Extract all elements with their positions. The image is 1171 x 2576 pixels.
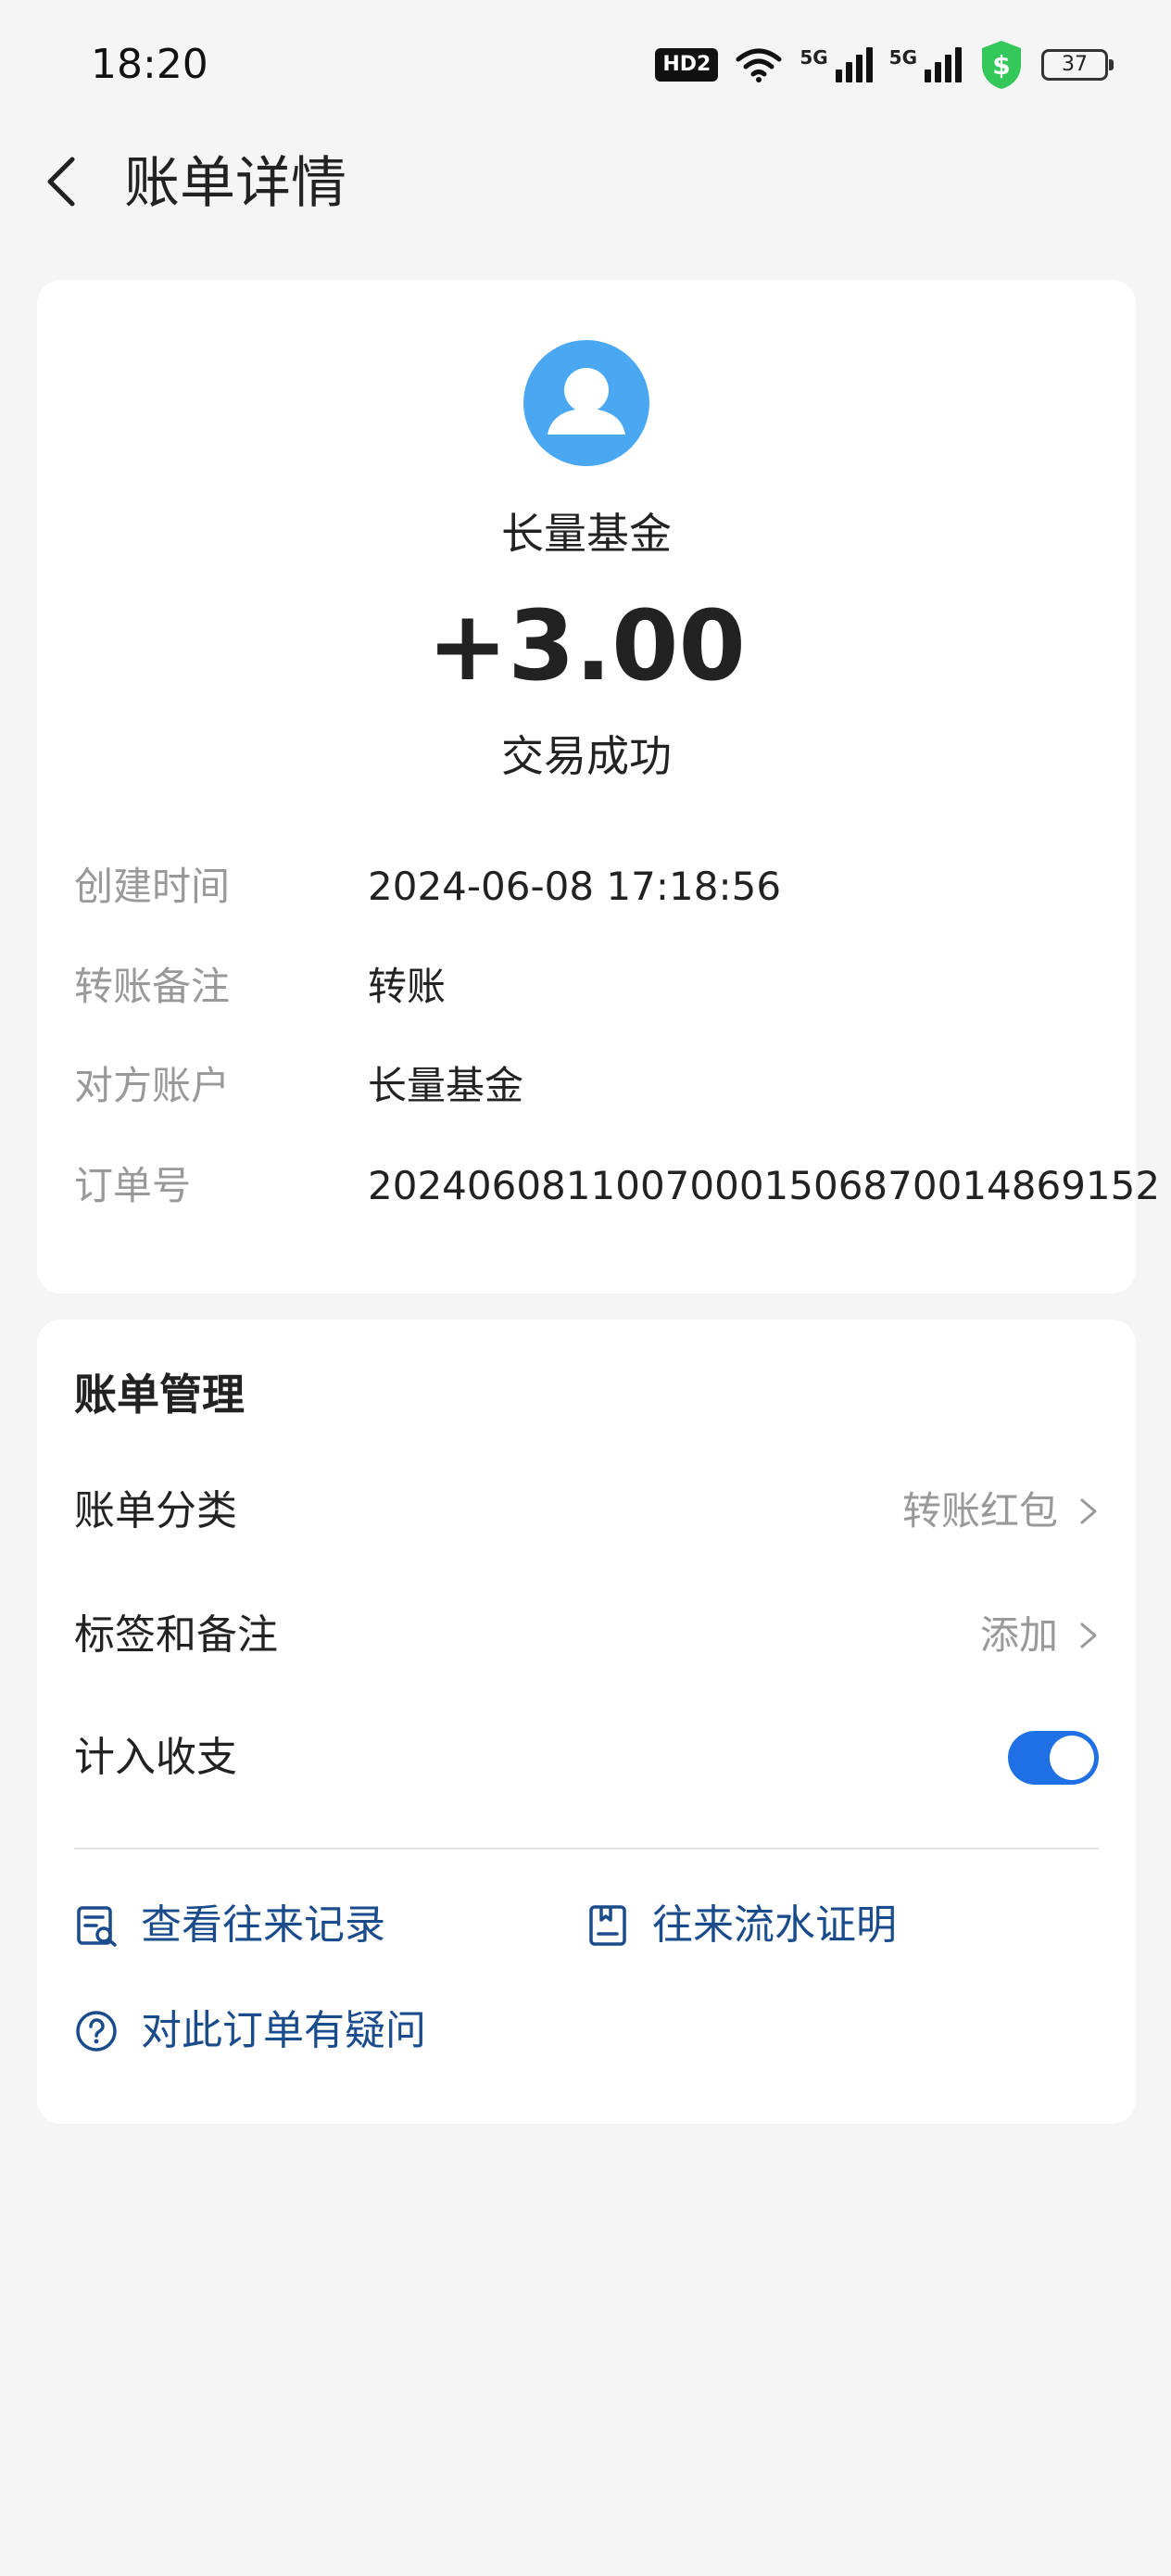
detail-value: 长量基金 [368,1063,524,1108]
hd-badge: HD2 [655,48,719,82]
detail-row-order-number: 订单号 20240608110070001506870014869152 [74,1158,1160,1214]
document-icon [589,1905,626,1946]
tags-notes-row[interactable]: 标签和备注 添加 [74,1603,1099,1668]
row-label: 账单分类 [74,1487,237,1534]
chevron-right-icon [1080,1623,1097,1648]
detail-row-transfer-note: 转账备注 转账 [74,959,1102,1015]
svg-text:$: $ [992,50,1010,81]
signal-2-icon: 5G [889,47,962,82]
row-value: 转账红包 [901,1488,1058,1534]
order-question-link[interactable]: 对此订单有疑问 [74,2001,426,2061]
link-label: 往来流水证明 [652,1901,897,1949]
bill-summary-card: 长量基金 +3.00 交易成功 创建时间 2024-06-08 17:18:56… [37,280,1160,1294]
divider [74,1848,1099,1850]
bill-category-row[interactable]: 账单分类 转账红包 [74,1479,1099,1544]
chevron-left-icon[interactable] [37,154,93,209]
statement-proof-link[interactable]: 往来流水证明 [586,1896,897,1955]
security-shield-icon: $ [982,41,1021,89]
record-search-icon [77,1906,117,1947]
section-title: 账单管理 [74,1370,245,1420]
detail-label: 对方账户 [74,1063,231,1108]
status-bar: 18:20 HD2 5G 5G $ 37 [0,0,1171,139]
page-title: 账单详情 [124,151,346,216]
row-label: 计入收支 [74,1734,237,1781]
signal-1-icon: 5G [800,47,873,82]
include-in-budget-row: 计入收支 [74,1725,1099,1790]
battery-icon: 37 [1041,49,1114,81]
detail-row-created-time: 创建时间 2024-06-08 17:18:56 [74,859,1102,915]
help-circle-icon [76,2011,117,2052]
status-time: 18:20 [91,41,208,88]
include-in-budget-toggle[interactable] [1008,1731,1099,1785]
detail-value: 转账 [368,964,447,1009]
link-label: 查看往来记录 [141,1901,385,1949]
bill-management-card: 账单管理 账单分类 转账红包 标签和备注 添加 计入收支 查看往来记录 往来流水… [37,1320,1136,2124]
row-value: 添加 [979,1612,1058,1658]
order-number-value[interactable]: 20240608110070001506870014869152 [368,1158,1160,1214]
status-icons: HD2 5G 5G $ 37 [655,41,1114,89]
detail-value: 2024-06-08 17:18:56 [368,864,782,909]
detail-label: 创建时间 [74,864,231,909]
transaction-amount: +3.00 [427,589,746,702]
transaction-status: 交易成功 [501,731,672,781]
nav-bar: 账单详情 [0,139,1171,232]
payee-name: 长量基金 [501,509,672,559]
wifi-icon [736,48,782,82]
chevron-right-icon [1080,1498,1097,1524]
user-avatar-icon [523,340,649,466]
detail-label: 订单号 [74,1163,192,1208]
view-history-link[interactable]: 查看往来记录 [74,1896,385,1955]
link-label: 对此订单有疑问 [141,2007,426,2054]
detail-row-counterparty: 对方账户 长量基金 [74,1058,1102,1114]
row-label: 标签和备注 [74,1611,278,1659]
detail-label: 转账备注 [74,964,231,1009]
